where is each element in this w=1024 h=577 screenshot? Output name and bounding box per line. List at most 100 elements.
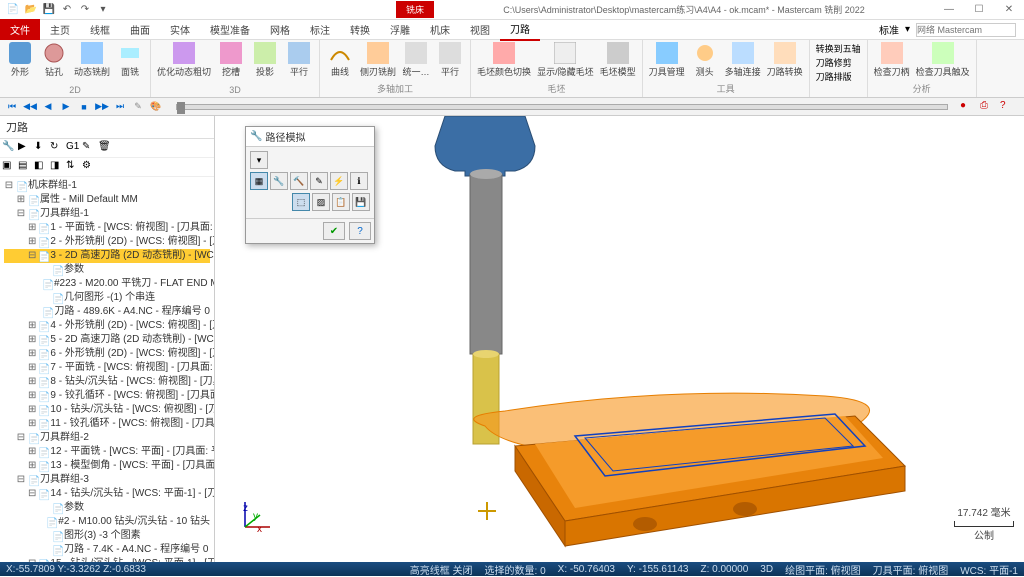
tree-node[interactable]: ⊞📄9 - 铰孔循环 - [WCS: 俯视图] - [刀具面: 俯视图] bbox=[4, 389, 210, 403]
tab-surface[interactable]: 曲面 bbox=[120, 19, 160, 40]
tab-machine[interactable]: 机床 bbox=[420, 19, 460, 40]
tab-relief[interactable]: 浮雕 bbox=[380, 19, 420, 40]
btn-tpconv[interactable]: 刀路转换 bbox=[767, 42, 803, 78]
tree-node[interactable]: ⊞📄6 - 外形铣削 (2D) - [WCS: 俯视图] - [刀具面: 俯视图… bbox=[4, 347, 210, 361]
play-stepback[interactable]: ◀ bbox=[40, 100, 56, 114]
btn-dynamic[interactable]: 动态铣削 bbox=[74, 42, 110, 78]
btn-probe[interactable]: 测头 bbox=[691, 42, 719, 78]
tree-node[interactable]: 📄刀路 - 489.6K - A4.NC - 程序编号 0 bbox=[4, 305, 210, 319]
btn-checkreach[interactable]: 检查刀具触及 bbox=[916, 42, 970, 78]
btn-unified[interactable]: 统一… bbox=[402, 42, 430, 78]
tab-home[interactable]: 主页 bbox=[40, 19, 80, 40]
pencil-icon[interactable]: ✎ bbox=[130, 100, 146, 114]
tree-node[interactable]: ⊟📄刀具群组-3 bbox=[4, 473, 210, 487]
tb-icon[interactable]: ◨ bbox=[50, 160, 64, 174]
btn-pocket3d[interactable]: 挖槽 bbox=[217, 42, 245, 78]
status-tplane[interactable]: 刀具平面: 俯视图 bbox=[873, 562, 949, 577]
tb-icon[interactable]: G1 bbox=[66, 141, 80, 155]
tb-icon[interactable]: ▣ bbox=[2, 160, 16, 174]
tree-node[interactable]: ⊞📄属性 - Mill Default MM bbox=[4, 193, 210, 207]
tree-node[interactable]: ⊞📄7 - 平面铣 - [WCS: 俯视图] - [刀具面: 俯视图] bbox=[4, 361, 210, 375]
btn-nest[interactable]: 刀路排版 bbox=[816, 70, 852, 83]
playback-slider[interactable] bbox=[176, 104, 948, 110]
status-x[interactable]: X: -50.76403 bbox=[558, 564, 615, 575]
tb-icon[interactable]: ⬇ bbox=[34, 141, 48, 155]
tab-view[interactable]: 视图 bbox=[460, 19, 500, 40]
btn-contour[interactable]: 外形 bbox=[6, 42, 34, 78]
tab-modelprep[interactable]: 模型准备 bbox=[200, 19, 260, 40]
new-icon[interactable]: 📄 bbox=[6, 3, 20, 17]
tab-annotate[interactable]: 标注 bbox=[300, 19, 340, 40]
btn-link[interactable]: 多轴连接 bbox=[725, 42, 761, 78]
btn-swarf[interactable]: 侧刃铣削 bbox=[360, 42, 396, 78]
tree-node[interactable]: ⊟📄刀具群组-1 bbox=[4, 207, 210, 221]
save-icon[interactable]: 💾 bbox=[42, 3, 56, 17]
btn-drill[interactable]: 钻孔 bbox=[40, 42, 68, 78]
tree-node[interactable]: 📄几何图形 -(1) 个串连 bbox=[4, 291, 210, 305]
tb-icon[interactable]: 🗑 bbox=[98, 141, 112, 155]
tree-node[interactable]: 📄#223 - M20.00 平铣刀 - FLAT END MILL - 20 bbox=[4, 277, 210, 291]
play-end[interactable]: ⏭ bbox=[112, 100, 128, 114]
record-icon[interactable]: ● bbox=[960, 100, 974, 114]
btn-toolmgr[interactable]: 刀具管理 bbox=[649, 42, 685, 78]
open-icon[interactable]: 📂 bbox=[24, 3, 38, 17]
tree-node[interactable]: 📄#2 - M10.00 钻头/沉头钻 - 10 钻头 bbox=[4, 515, 210, 529]
tree-node[interactable]: ⊞📄12 - 平面铣 - [WCS: 平面] - [刀具面: 平面] bbox=[4, 445, 210, 459]
tb-icon[interactable]: ↻ bbox=[50, 141, 64, 155]
tree-node[interactable]: ⊞📄1 - 平面铣 - [WCS: 俯视图] - [刀具面: 俯视图] bbox=[4, 221, 210, 235]
tree-node[interactable]: ⊞📄10 - 钻头/沉头钻 - [WCS: 俯视图] - [刀具面: 俯视图] bbox=[4, 403, 210, 417]
tb-icon[interactable]: ⇅ bbox=[66, 160, 80, 174]
tree-node[interactable]: ⊞📄4 - 外形铣削 (2D) - [WCS: 俯视图] - [刀具面: 俯视图… bbox=[4, 319, 210, 333]
tb-icon[interactable]: ▶ bbox=[18, 141, 32, 155]
btn-stockcolor[interactable]: 毛坯颜色切换 bbox=[477, 42, 531, 78]
tab-mesh[interactable]: 网格 bbox=[260, 19, 300, 40]
tree-node[interactable]: ⊞📄8 - 钻头/沉头钻 - [WCS: 俯视图] - [刀具面: 俯视图] bbox=[4, 375, 210, 389]
tree-node[interactable]: ⊟📄14 - 钻头/沉头钻 - [WCS: 平面-1] - [刀具面: 平面-1… bbox=[4, 487, 210, 501]
btn-stockmodel[interactable]: 毛坯模型 bbox=[600, 42, 636, 78]
tree-node[interactable]: 📄参数 bbox=[4, 263, 210, 277]
btn-checkholder[interactable]: 检查刀柄 bbox=[874, 42, 910, 78]
play-start[interactable]: ⏮ bbox=[4, 100, 20, 114]
maximize-button[interactable]: ☐ bbox=[964, 1, 994, 19]
minimize-button[interactable]: — bbox=[934, 1, 964, 19]
tb-icon[interactable]: ⚙ bbox=[82, 160, 96, 174]
tree-node[interactable]: ⊞📄2 - 外形铣削 (2D) - [WCS: 俯视图] - [刀具面: 俯视图… bbox=[4, 235, 210, 249]
help-icon[interactable]: ? bbox=[1000, 100, 1014, 114]
chevron-down-icon[interactable]: ▾ bbox=[905, 24, 910, 35]
tree-node[interactable]: ⊞📄13 - 模型倒角 - [WCS: 平面] - [刀具面: 平面] bbox=[4, 459, 210, 473]
tree-node[interactable]: 📄刀路 - 7.4K - A4.NC - 程序编号 0 bbox=[4, 543, 210, 557]
btn-project[interactable]: 投影 bbox=[251, 42, 279, 78]
tree-node[interactable]: ⊞📄11 - 铰孔循环 - [WCS: 俯视图] - [刀具面: 俯视图] bbox=[4, 417, 210, 431]
tab-solid[interactable]: 实体 bbox=[160, 19, 200, 40]
tab-wireframe[interactable]: 线框 bbox=[80, 19, 120, 40]
tb-icon[interactable]: ✎ bbox=[82, 141, 96, 155]
btn-optirough[interactable]: 优化动态粗切 bbox=[157, 42, 211, 78]
tree-node[interactable]: 📄参数 bbox=[4, 501, 210, 515]
btn-parallel5x[interactable]: 平行 bbox=[436, 42, 464, 78]
play-fwd[interactable]: ▶▶ bbox=[94, 100, 110, 114]
tab-transform[interactable]: 转换 bbox=[340, 19, 380, 40]
dropdown-icon[interactable]: ▾ bbox=[96, 3, 110, 17]
btn-parallel[interactable]: 平行 bbox=[285, 42, 313, 78]
btn-conv5x[interactable]: 转换到五轴 bbox=[816, 42, 861, 55]
search-input[interactable] bbox=[916, 23, 1016, 37]
viewport-3d[interactable]: 🔧路径模拟 ▾ ▦ 🔧 🔨 ✎ ⚡ ℹ ⬚ ▨ 📋 💾 bbox=[215, 116, 1024, 562]
status-y[interactable]: Y: -155.61143 bbox=[627, 564, 689, 575]
btn-face[interactable]: 面铣 bbox=[116, 42, 144, 78]
tree-node[interactable]: ⊟📄刀具群组-2 bbox=[4, 431, 210, 445]
tb-icon[interactable]: ◧ bbox=[34, 160, 48, 174]
redo-icon[interactable]: ↷ bbox=[78, 3, 92, 17]
tb-icon[interactable]: 🔧 bbox=[2, 141, 16, 155]
tab-toolpath[interactable]: 刀路 bbox=[500, 18, 540, 41]
tree-node[interactable]: ⊞📄5 - 2D 高速刀路 (2D 动态铣削) - [WCS: 俯视图] - [… bbox=[4, 333, 210, 347]
status-mode[interactable]: 3D bbox=[760, 564, 773, 575]
palette-icon[interactable]: 🎨 bbox=[148, 100, 164, 114]
tree-node[interactable]: ⊟📄机床群组-1 bbox=[4, 179, 210, 193]
close-button[interactable]: ✕ bbox=[994, 1, 1024, 19]
tb-icon[interactable]: ▤ bbox=[18, 160, 32, 174]
play-rewind[interactable]: ◀◀ bbox=[22, 100, 38, 114]
tree-node[interactable]: 📄图形(3) -3 个图素 bbox=[4, 529, 210, 543]
btn-trim[interactable]: 刀路修剪 bbox=[816, 56, 852, 69]
status-z[interactable]: Z: 0.00000 bbox=[700, 564, 748, 575]
play-stop[interactable]: ■ bbox=[76, 100, 92, 114]
